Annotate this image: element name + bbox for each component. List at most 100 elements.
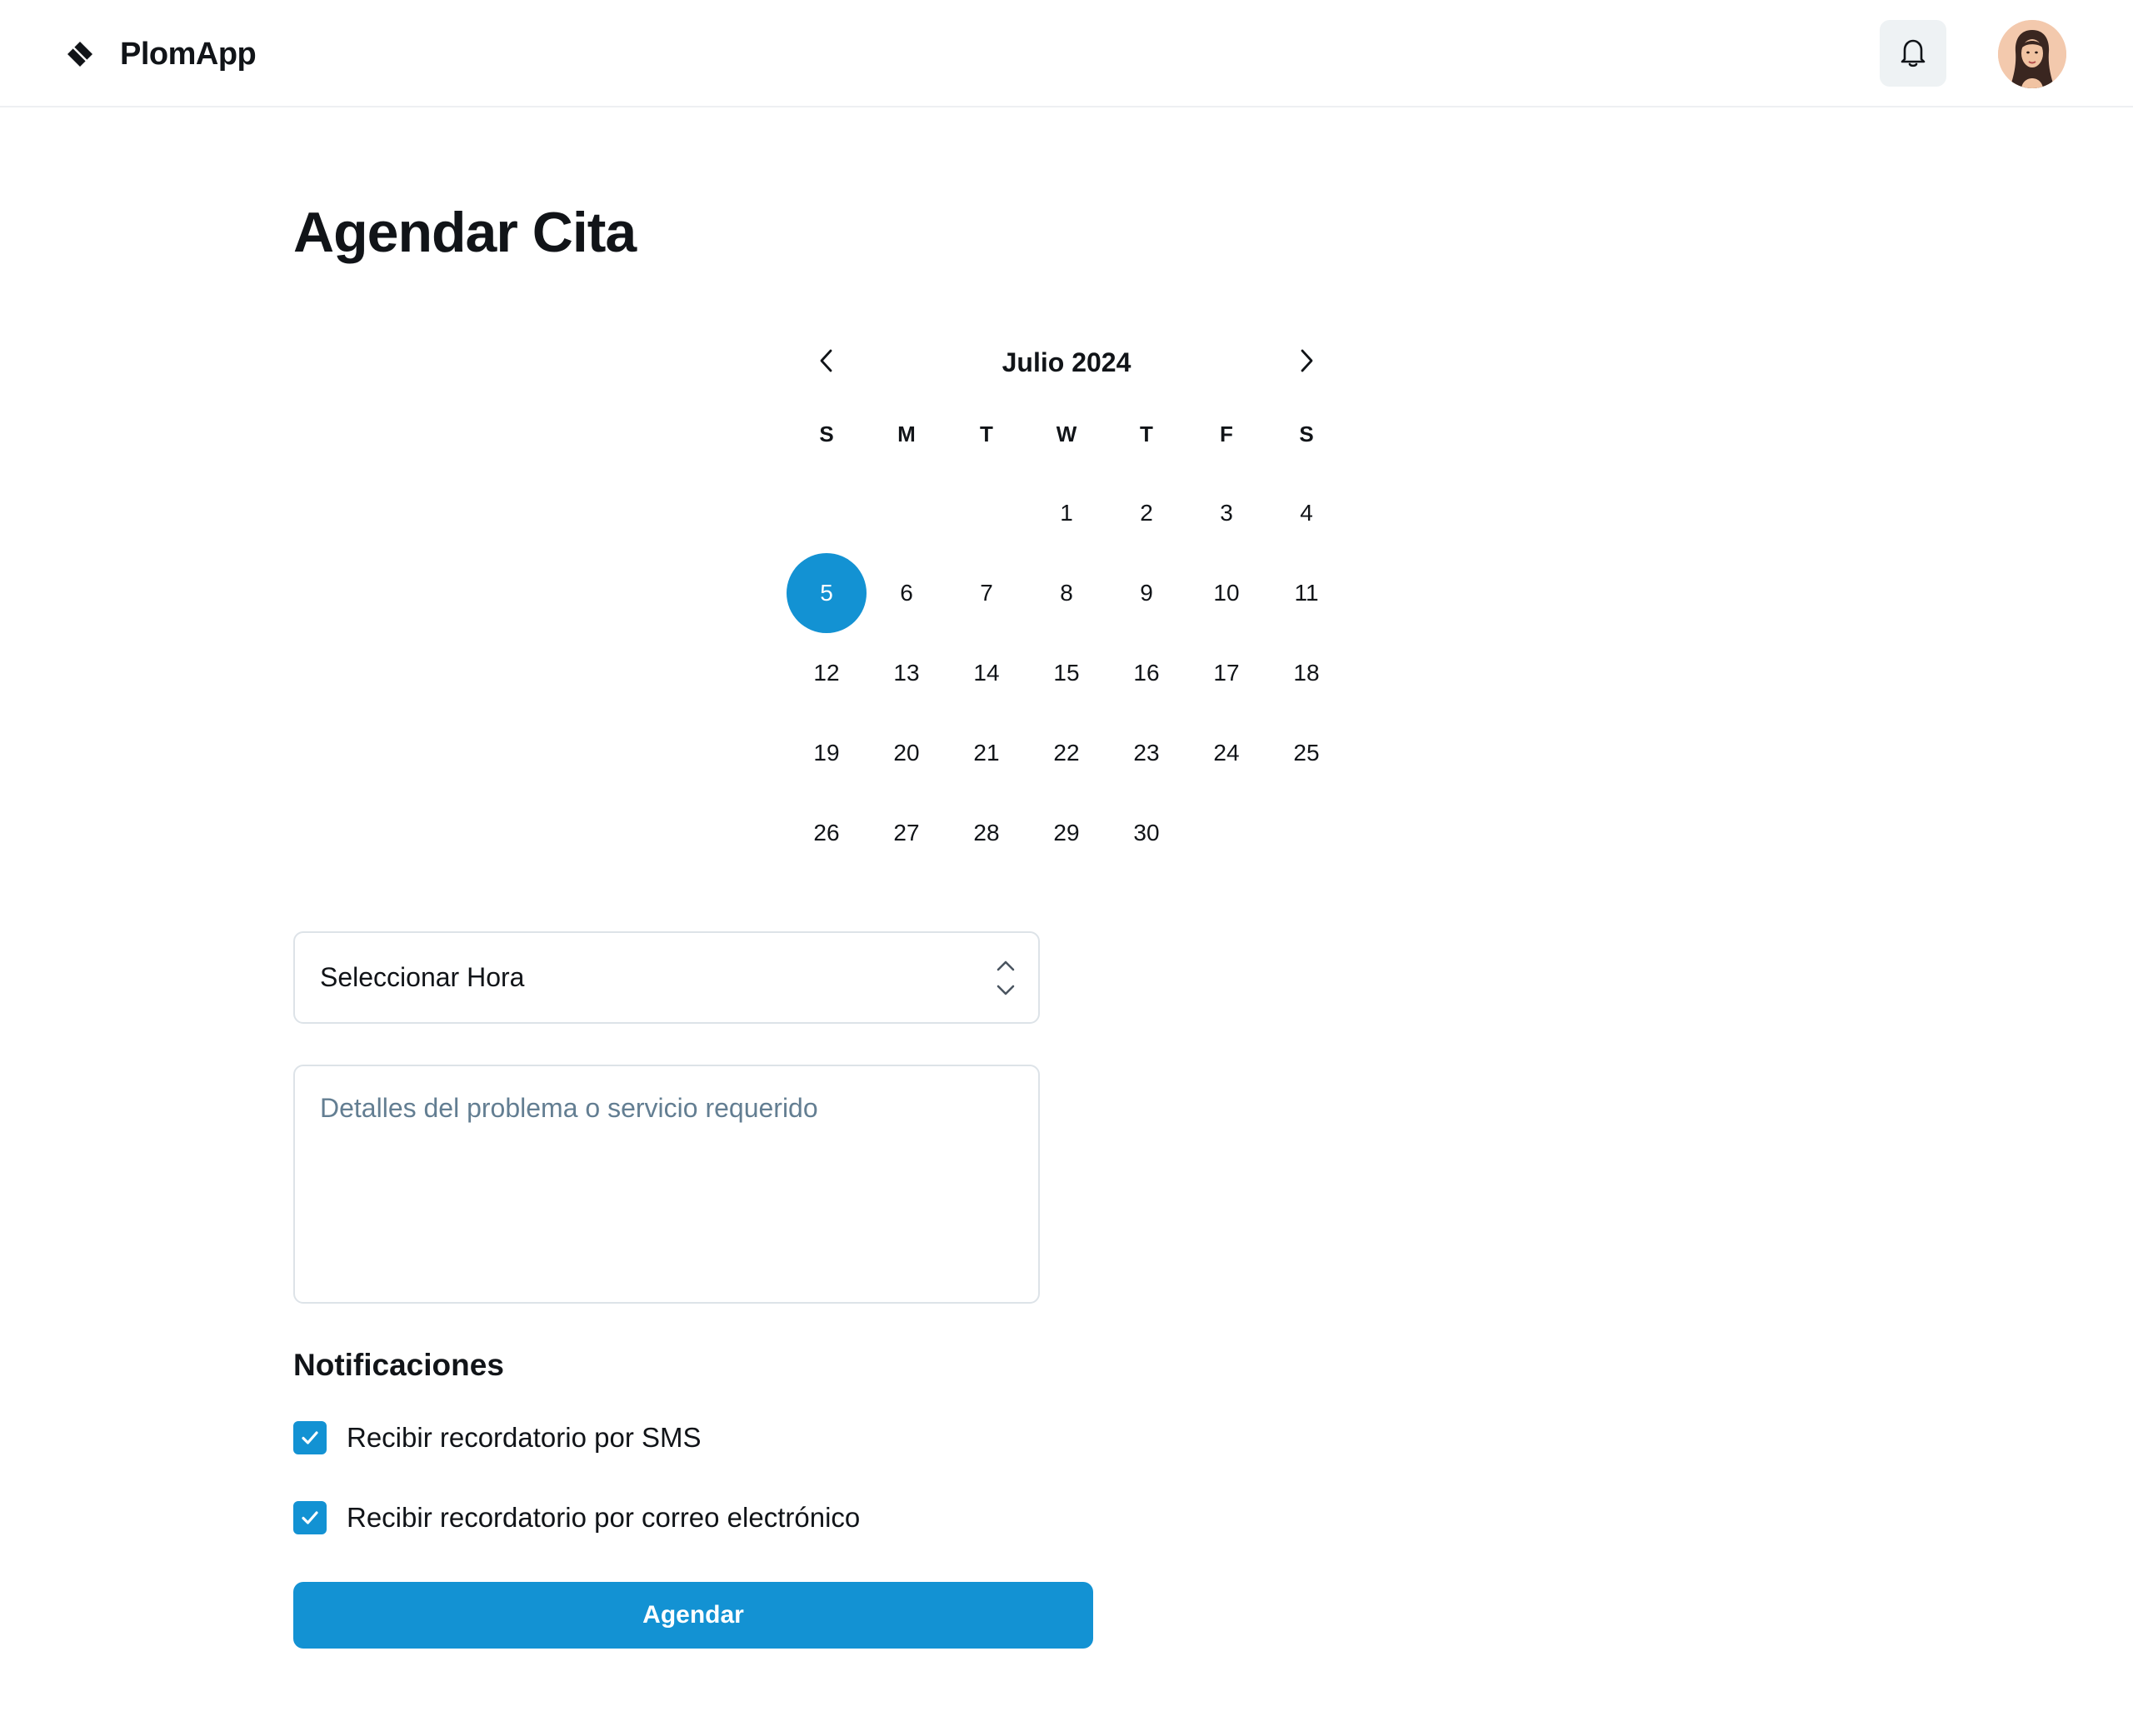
empty-day-cell [867,473,947,553]
day-number: 28 [973,820,1000,846]
weekday-label: M [897,422,916,446]
calendar-day[interactable]: 23 [1106,713,1186,793]
sms-reminder-option[interactable]: Recibir recordatorio por SMS [293,1421,702,1454]
email-reminder-option[interactable]: Recibir recordatorio por correo electrón… [293,1501,860,1534]
day-number: 27 [893,820,920,846]
day-number: 14 [973,660,1000,686]
time-select[interactable]: Seleccionar Hora [293,931,1040,1024]
bell-icon [1898,36,1928,72]
calendar-day[interactable]: 27 [867,793,947,873]
app-name: PlomApp [120,36,257,72]
calendar-day[interactable]: 16 [1106,633,1186,713]
calendar-day[interactable]: 7 [947,553,1027,633]
email-checkbox-label: Recibir recordatorio por correo electrón… [347,1502,861,1533]
day-number: 24 [1213,740,1240,766]
calendar-day[interactable]: 22 [1027,713,1106,793]
calendar-day[interactable]: 8 [1027,553,1106,633]
details-textarea[interactable]: Detalles del problema o servicio requeri… [293,1065,1040,1304]
check-icon [302,1431,318,1444]
calendar-day[interactable]: 11 [1266,553,1346,633]
chevron-up-down-icon [993,956,1018,1000]
calendar-day[interactable]: 1 [1027,473,1106,553]
day-number: 7 [980,580,993,606]
day-number: 22 [1053,740,1080,766]
calendar-day[interactable]: 30 [1106,793,1186,873]
days-grid: 1 2 3 4 5 6 7 8 9 10 11 12 13 14 15 16 17 18 19 20 21 22 23 24 2… [787,473,1346,873]
day-number: 16 [1133,660,1160,686]
calendar-day[interactable]: 18 [1266,633,1346,713]
calendar-day[interactable]: 28 [947,793,1027,873]
chevron-right-icon [1297,348,1316,377]
weekday-label: S [819,422,834,446]
email-checkbox[interactable] [293,1501,327,1534]
calendar-day[interactable]: 26 [787,793,867,873]
day-number: 17 [1213,660,1240,686]
details-placeholder: Detalles del problema o servicio requeri… [320,1093,818,1123]
weekday-label: W [1056,422,1077,446]
calendar-day-selected[interactable]: 5 [787,553,867,633]
day-number: 29 [1053,820,1080,846]
day-number: 12 [813,660,840,686]
day-number: 10 [1213,580,1240,606]
calendar-day[interactable]: 10 [1186,553,1266,633]
weekday-row: SMTWTFS [787,413,1346,455]
day-number: 15 [1053,660,1080,686]
weekday-label: T [1140,422,1153,446]
calendar-day[interactable]: 19 [787,713,867,793]
calendar-day[interactable]: 15 [1027,633,1106,713]
day-number: 1 [1060,500,1073,526]
check-icon [302,1511,318,1524]
calendar-day[interactable]: 14 [947,633,1027,713]
weekday-label: T [980,422,993,446]
calendar-day[interactable]: 12 [787,633,867,713]
calendar-day[interactable]: 6 [867,553,947,633]
page-title: Agendar Cita [293,201,637,264]
day-number: 5 [787,553,867,633]
calendar: Julio 2024 SMTWTFS 1 2 3 4 5 6 7 8 9 10 11 12 13 14 15… [787,333,1346,873]
calendar-day[interactable]: 25 [1266,713,1346,793]
calendar-day[interactable]: 17 [1186,633,1266,713]
calendar-day[interactable]: 13 [867,633,947,713]
calendar-day[interactable]: 24 [1186,713,1266,793]
weekday-label: F [1220,422,1233,446]
calendar-day[interactable]: 9 [1106,553,1186,633]
day-number: 9 [1140,580,1153,606]
day-number: 21 [973,740,1000,766]
brand[interactable]: PlomApp [65,25,257,83]
next-month-button[interactable] [1266,333,1346,392]
day-number: 18 [1293,660,1320,686]
calendar-header: Julio 2024 [787,333,1346,392]
user-avatar[interactable] [1998,20,2066,88]
calendar-day[interactable]: 4 [1266,473,1346,553]
logo-icon [65,39,95,69]
calendar-day[interactable]: 20 [867,713,947,793]
empty-day-cell [947,473,1027,553]
sms-checkbox[interactable] [293,1421,327,1454]
day-number: 6 [900,580,913,606]
schedule-button[interactable]: Agendar [293,1582,1093,1649]
day-number: 23 [1133,740,1160,766]
time-select-label: Seleccionar Hora [320,962,525,992]
day-number: 30 [1133,820,1160,846]
weekday-label: S [1299,422,1314,446]
day-number: 2 [1140,500,1153,526]
day-number: 3 [1220,500,1233,526]
day-number: 11 [1294,580,1319,606]
day-number: 13 [893,660,920,686]
empty-day-cell [787,473,867,553]
calendar-day[interactable]: 29 [1027,793,1106,873]
previous-month-button[interactable] [787,333,867,392]
calendar-day[interactable]: 3 [1186,473,1266,553]
page: PlomApp Agendar Cita Julio 2024 S M T W … [0,0,2133,1736]
calendar-day[interactable]: 2 [1106,473,1186,553]
notifications-button[interactable] [1880,20,1946,87]
calendar-day[interactable]: 21 [947,713,1027,793]
day-number: 19 [813,740,840,766]
day-number: 20 [893,740,920,766]
chevron-left-icon [817,348,836,377]
day-number: 25 [1293,740,1320,766]
day-number: 4 [1300,500,1313,526]
day-number: 8 [1060,580,1073,606]
month-label: Julio 2024 [1002,347,1131,377]
notifications-title: Notificaciones [293,1348,504,1382]
